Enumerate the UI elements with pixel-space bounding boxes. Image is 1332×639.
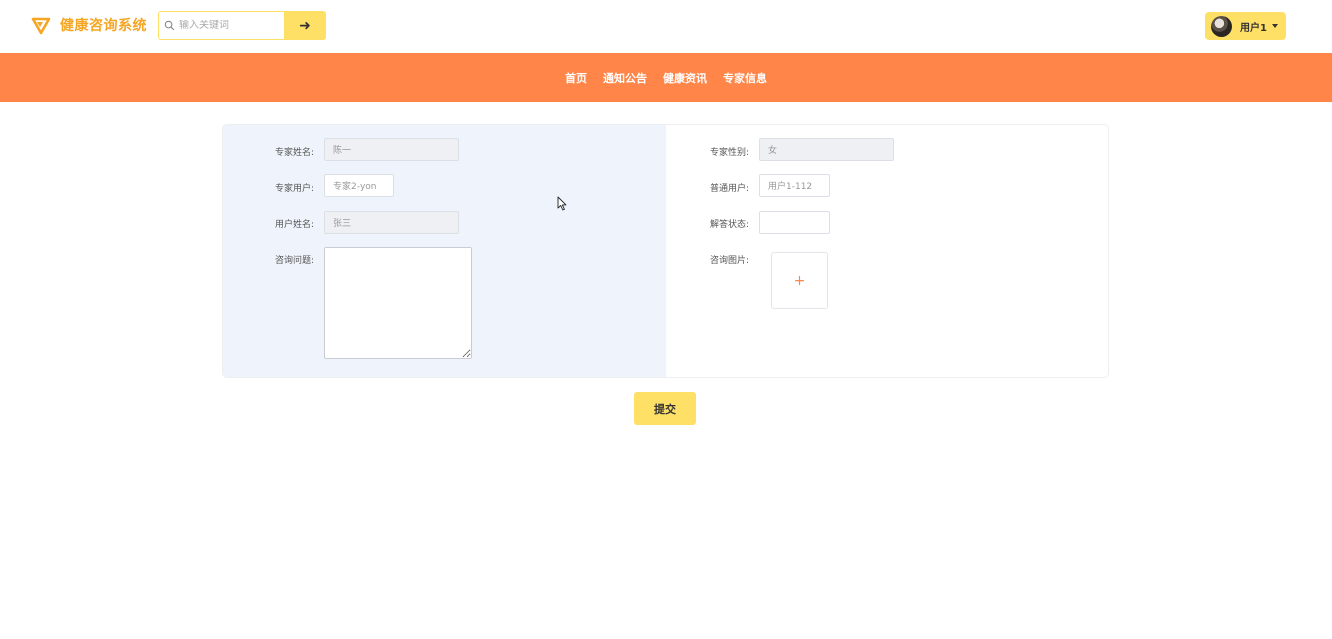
expert-gender-label: 专家性别: xyxy=(710,148,750,158)
top-header: 健康咨询系统 ➜ 用户1 xyxy=(0,0,1332,53)
consultation-form: 专家姓名: 陈一 专家用户: 专家2-yon 用户姓名: 张三 咨询问题: 专家… xyxy=(222,124,1109,378)
logo-text: 健康咨询系统 xyxy=(60,18,147,34)
plus-icon: + xyxy=(793,272,806,289)
user-name-input[interactable]: 张三 xyxy=(324,211,459,234)
logo[interactable]: 健康咨询系统 xyxy=(31,15,147,35)
expert-user-select[interactable]: 专家2-yon xyxy=(324,174,394,197)
normal-user-label: 普通用户: xyxy=(710,184,750,194)
image-upload-button[interactable]: + xyxy=(771,252,828,309)
nav-item-experts[interactable]: 专家信息 xyxy=(723,70,767,86)
user-name: 用户1 xyxy=(1240,22,1267,34)
nav-item-health-news[interactable]: 健康资讯 xyxy=(663,70,707,86)
question-label: 咨询问题: xyxy=(275,256,315,266)
search-icon xyxy=(164,20,175,31)
nav-item-home[interactable]: 首页 xyxy=(565,70,587,86)
main-nav: 首页 通知公告 健康资讯 专家信息 xyxy=(0,53,1332,102)
paper-plane-icon xyxy=(31,17,51,35)
nav-item-notices[interactable]: 通知公告 xyxy=(603,70,647,86)
mouse-cursor-icon xyxy=(557,196,567,211)
answer-status-select[interactable] xyxy=(759,211,830,234)
expert-name-label: 专家姓名: xyxy=(275,148,315,158)
arrow-right-icon: ➜ xyxy=(299,17,311,34)
answer-status-label: 解答状态: xyxy=(710,220,750,230)
avatar xyxy=(1211,15,1232,37)
search-button[interactable]: ➜ xyxy=(284,11,326,40)
expert-user-label: 专家用户: xyxy=(275,184,315,194)
normal-user-select[interactable]: 用户1-112 xyxy=(759,174,830,197)
chevron-down-icon xyxy=(1271,24,1278,28)
expert-name-input[interactable]: 陈一 xyxy=(324,138,459,161)
question-textarea[interactable] xyxy=(324,247,472,359)
expert-gender-input[interactable]: 女 xyxy=(759,138,894,161)
search-input[interactable] xyxy=(179,20,279,31)
user-menu-button[interactable]: 用户1 xyxy=(1205,12,1286,40)
search-box: ➜ xyxy=(158,11,326,40)
search-field xyxy=(158,11,284,40)
submit-button[interactable]: 提交 xyxy=(634,392,696,425)
user-name-label: 用户姓名: xyxy=(275,220,315,230)
image-label: 咨询图片: xyxy=(710,256,750,266)
